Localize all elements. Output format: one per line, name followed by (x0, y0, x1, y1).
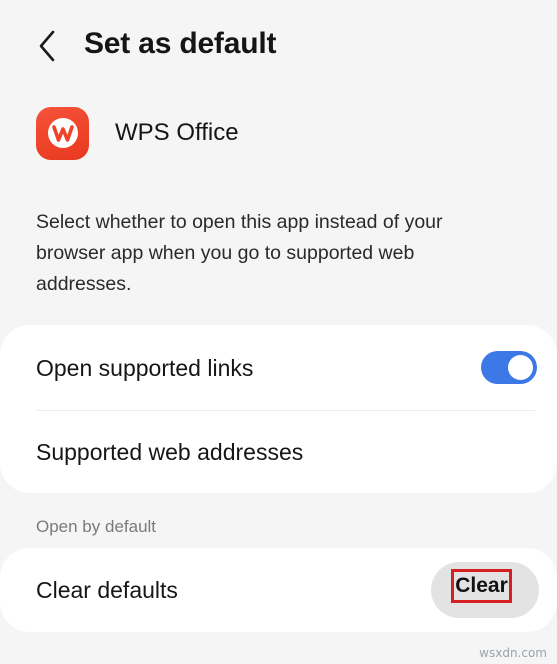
supported-web-addresses-label: Supported web addresses (36, 438, 304, 465)
watermark-text: wsxdn.com (479, 646, 547, 660)
open-by-default-section-header: Open by default (36, 517, 157, 536)
toggle-knob (508, 355, 533, 380)
links-settings-card: Open supported links Supported web addre… (0, 325, 557, 493)
wps-office-app-icon (36, 106, 89, 160)
page-title: Set as default (84, 27, 277, 60)
chevron-left-icon (39, 30, 55, 62)
clear-button-label: Clear (455, 574, 508, 597)
open-supported-links-label: Open supported links (36, 354, 254, 381)
description-text: Select whether to open this app instead … (36, 211, 443, 295)
app-info: WPS Office (36, 106, 239, 160)
supported-web-addresses-row[interactable]: Supported web addresses (0, 411, 557, 493)
open-supported-links-toggle[interactable] (481, 351, 537, 384)
back-button[interactable] (30, 26, 64, 66)
header-bar: Set as default (0, 0, 557, 90)
clear-defaults-label: Clear defaults (36, 576, 178, 603)
wps-office-logo-icon (47, 118, 78, 148)
clear-button-highlight-box[interactable]: Clear (451, 569, 512, 603)
open-supported-links-row[interactable]: Open supported links (0, 325, 557, 411)
app-name: WPS Office (115, 119, 239, 146)
